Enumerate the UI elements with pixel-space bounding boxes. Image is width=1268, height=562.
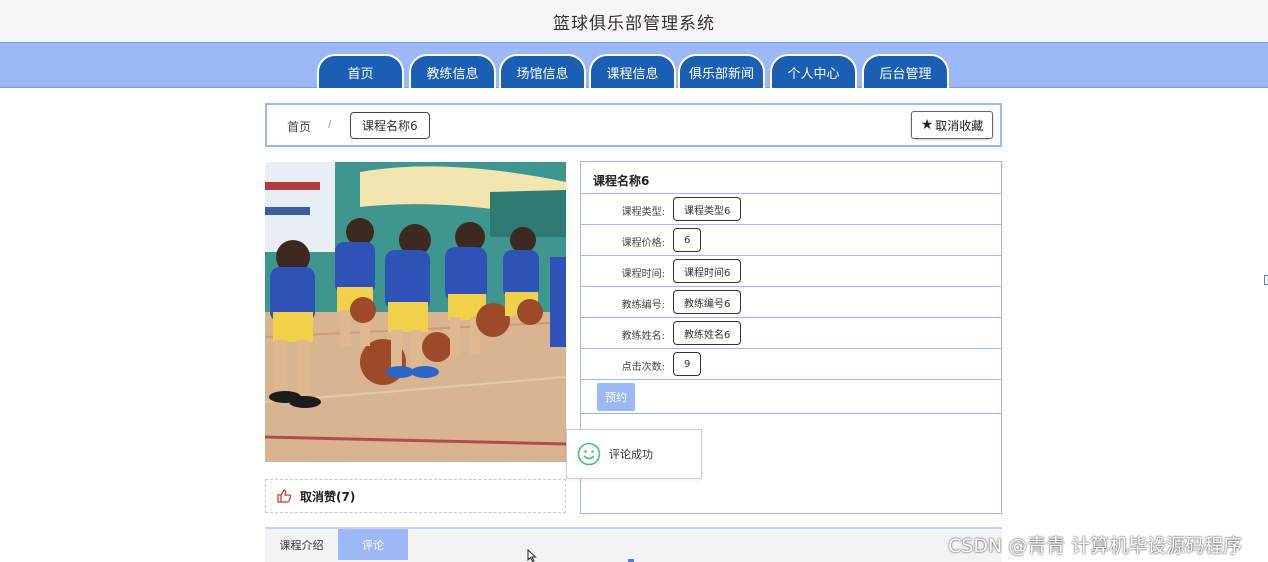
toast-text: 评论成功 xyxy=(609,448,653,461)
nav-item-club-news[interactable]: 俱乐部新闻 xyxy=(678,54,765,88)
row-label: 课程价格: xyxy=(621,238,665,249)
row-label: 课程类型: xyxy=(621,207,665,218)
thumbs-up-icon xyxy=(277,489,292,503)
tab-comments[interactable]: 评论 xyxy=(338,529,408,560)
row-value: 课程时间6 xyxy=(673,259,742,283)
watermark: CSDN @青青 计算机毕设源码程序 xyxy=(948,535,1243,557)
mouse-cursor-icon xyxy=(527,549,537,562)
book-button[interactable]: 预约 xyxy=(597,383,635,411)
nav-item-coaches[interactable]: 教练信息 xyxy=(409,54,496,88)
row-label: 教练编号: xyxy=(621,300,665,311)
row-value: 课程类型6 xyxy=(673,197,742,221)
detail-row-time: 课程时间: 课程时间6 xyxy=(581,255,1001,286)
main-navbar: 首页 教练信息 场馆信息 课程信息 俱乐部新闻 个人中心 后台管理 xyxy=(0,42,1268,88)
nav-item-home[interactable]: 首页 xyxy=(317,54,404,88)
nav-item-personal-center[interactable]: 个人中心 xyxy=(770,54,857,88)
course-tabs: 课程介绍 评论 xyxy=(265,527,1002,562)
edge-marker xyxy=(1264,275,1268,285)
nav-item-admin[interactable]: 后台管理 xyxy=(862,54,949,88)
breadcrumb-home[interactable]: 首页 xyxy=(287,118,311,135)
site-header: 篮球俱乐部管理系统 xyxy=(0,0,1268,42)
row-value: 9 xyxy=(673,352,702,376)
star-icon: ★ xyxy=(920,117,934,133)
row-value: 教练编号6 xyxy=(673,290,742,314)
detail-row-price: 课程价格: 6 xyxy=(581,224,1001,255)
unfavorite-label: 取消收藏 xyxy=(935,118,984,133)
tab-course-intro[interactable]: 课程介绍 xyxy=(265,529,338,560)
detail-row-divider xyxy=(581,379,1001,380)
detail-row-coach-id: 教练编号: 教练编号6 xyxy=(581,286,1001,317)
nav-item-venues[interactable]: 场馆信息 xyxy=(499,54,586,88)
course-photo-illustration xyxy=(265,162,566,462)
row-label: 课程时间: xyxy=(621,269,665,280)
detail-row-type: 课程类型: 课程类型6 xyxy=(581,193,1001,224)
site-title: 篮球俱乐部管理系统 xyxy=(553,13,715,34)
unfavorite-button[interactable]: ★ 取消收藏 xyxy=(911,111,993,139)
detail-row-click-count: 点击次数: 9 xyxy=(581,348,1001,379)
breadcrumb: 首页 / 课程名称6 ★ 取消收藏 xyxy=(265,103,1002,147)
course-title: 课程名称6 xyxy=(593,174,650,188)
row-value: 教练姓名6 xyxy=(673,321,742,345)
course-image xyxy=(265,162,566,462)
row-label: 教练姓名: xyxy=(621,331,665,342)
breadcrumb-current: 课程名称6 xyxy=(350,112,430,139)
smile-icon xyxy=(577,442,601,466)
detail-row-coach-name: 教练姓名: 教练姓名6 xyxy=(581,317,1001,348)
row-label: 点击次数: xyxy=(621,362,665,373)
unlike-label: 取消赞(7) xyxy=(300,489,356,504)
nav-item-courses[interactable]: 课程信息 xyxy=(589,54,676,88)
detail-divider xyxy=(581,413,1001,414)
breadcrumb-separator: / xyxy=(328,119,332,130)
like-box[interactable]: 取消赞(7) xyxy=(265,479,566,513)
row-value: 6 xyxy=(673,228,702,252)
toast-message: 评论成功 xyxy=(566,429,702,479)
